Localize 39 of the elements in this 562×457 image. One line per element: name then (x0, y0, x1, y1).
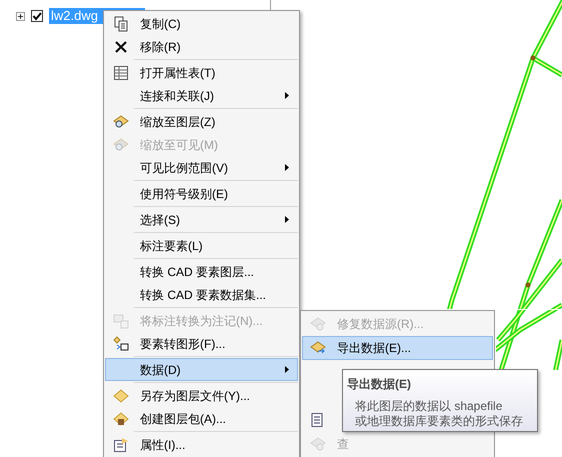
submenu-arrow-icon (285, 366, 289, 373)
zoom-icon (113, 136, 129, 152)
menu-item[interactable]: 另存为图层文件(Y)... (105, 384, 298, 407)
export-icon (310, 340, 326, 356)
repair-icon (310, 316, 326, 332)
zoom-icon (113, 114, 129, 130)
menu-item[interactable]: 可见比例范围(V) (105, 156, 298, 179)
menu-item[interactable]: 转换 CAD 要素图层... (105, 260, 298, 283)
submenu-arrow-icon (285, 92, 289, 99)
tooltip-title: 导出数据(E) (347, 376, 412, 393)
menu-item[interactable]: 移除(R) (105, 35, 298, 58)
annotation-icon (113, 312, 129, 328)
menu-item[interactable]: 使用符号级别(E) (105, 182, 298, 205)
copy-icon (113, 16, 129, 32)
close-icon (113, 38, 129, 54)
repair-icon (310, 436, 326, 452)
menu-item[interactable]: 导出数据(E)... (302, 336, 493, 360)
tooltip-text: 将此图层的数据以 shapefile (355, 399, 504, 414)
menu-item[interactable]: 数据(D) (105, 358, 298, 381)
submenu-arrow-icon (285, 164, 289, 171)
menu-item[interactable]: 选择(S) (105, 208, 298, 231)
menu-item[interactable]: 要素转图形(F)... (105, 332, 298, 355)
menu-item[interactable]: 转换 CAD 要素数据集... (105, 283, 298, 306)
diamond-icon (113, 388, 129, 404)
menu-item[interactable]: 连接和关联(J) (105, 84, 298, 107)
graphics-icon (113, 336, 129, 352)
menu-item[interactable]: 标注要素(L) (105, 234, 298, 257)
table-icon (113, 64, 129, 80)
menu-item[interactable]: 缩放至图层(Z) (105, 110, 298, 133)
menu-item[interactable]: 创建图层包(A)... (105, 407, 298, 430)
menu-item[interactable]: 属性(I)... (105, 433, 298, 456)
properties-icon (113, 436, 129, 452)
submenu-arrow-icon (285, 216, 289, 223)
menu-item[interactable]: 打开属性表(T) (105, 61, 298, 84)
expand-toggle[interactable] (16, 12, 25, 20)
tooltip-text: 或地理数据库要素类的形式保存 (355, 414, 524, 429)
document-icon (309, 412, 325, 428)
layer-checkbox[interactable] (31, 10, 43, 22)
package-icon (113, 410, 129, 426)
